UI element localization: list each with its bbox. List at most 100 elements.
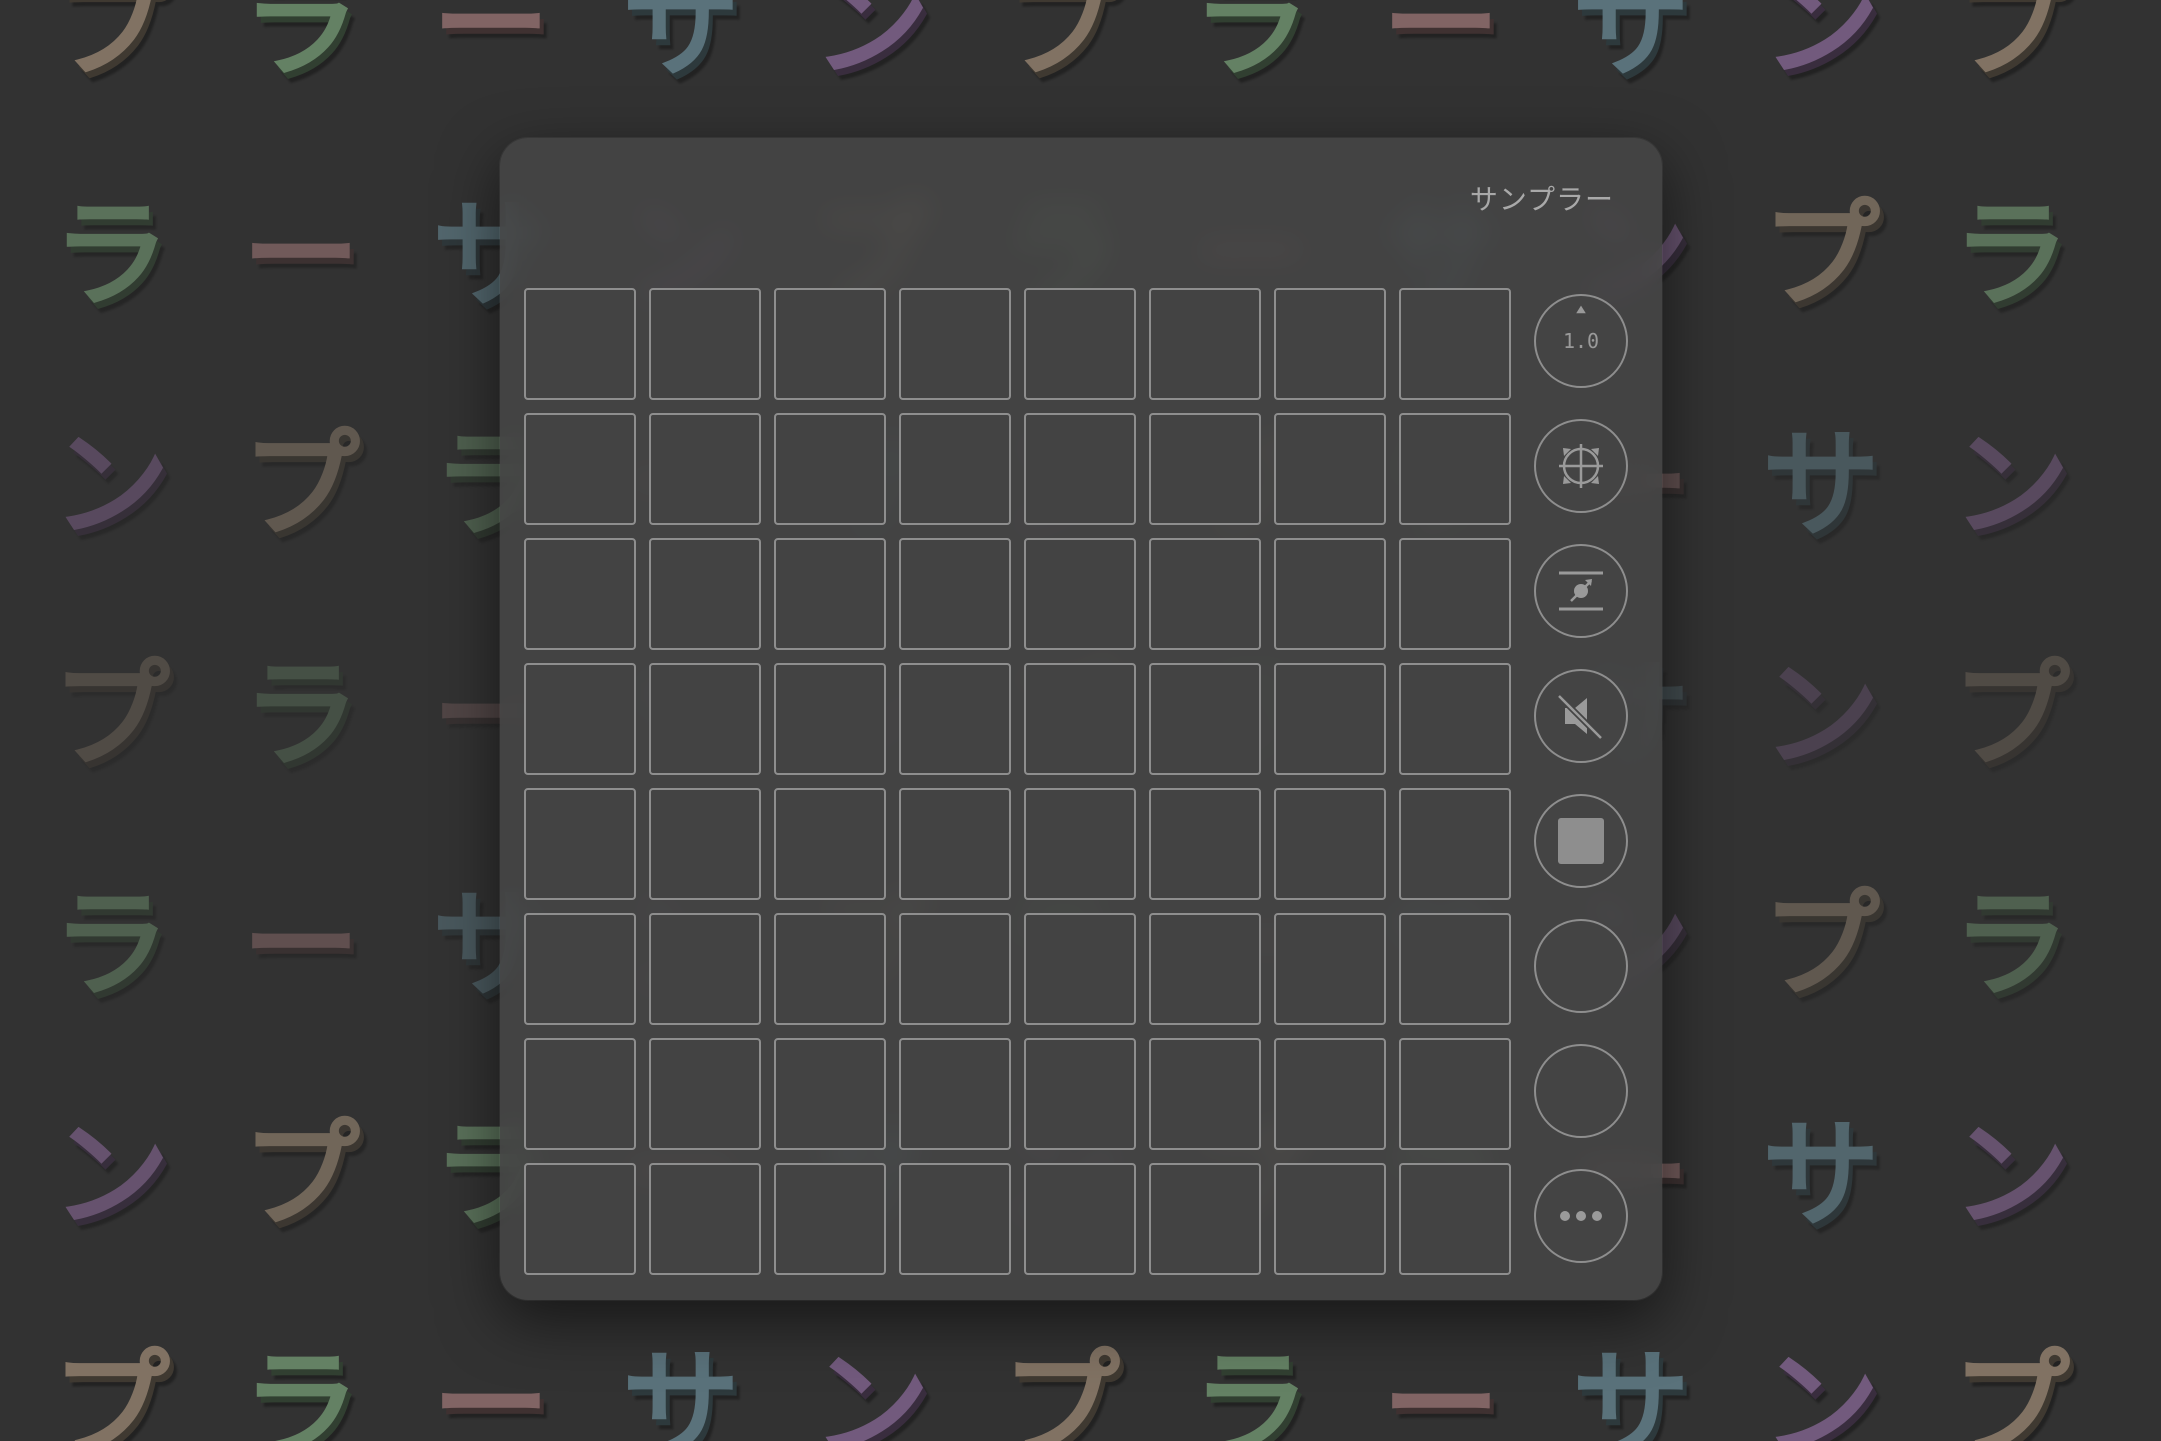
sampler-panel: サンプラー 1.0	[500, 138, 1662, 1300]
background-glyph: プ	[1761, 186, 1880, 324]
pad-r4-c4[interactable]	[899, 663, 1011, 775]
background-glyph: プ	[1001, 1336, 1120, 1441]
speed-button[interactable]: 1.0	[1534, 294, 1628, 388]
pad-r7-c1[interactable]	[524, 1038, 636, 1150]
background-glyph: プ	[1761, 876, 1880, 1014]
pad-r3-c4[interactable]	[899, 538, 1011, 650]
more-button[interactable]	[1534, 1169, 1628, 1263]
background-glyph: ン	[811, 1336, 930, 1441]
pad-r5-c3[interactable]	[774, 788, 886, 900]
pad-r8-c3[interactable]	[774, 1163, 886, 1275]
pad-r2-c8[interactable]	[1399, 413, 1511, 525]
pad-r6-c5[interactable]	[1024, 913, 1136, 1025]
sampler-stage: プラーサンプラーサンプラーサンプラーサンプランプラーサンプラーサンプラーサンプラ…	[0, 0, 2161, 1441]
background-glyph: ン	[1951, 1106, 2070, 1244]
pad-r5-c8[interactable]	[1399, 788, 1511, 900]
background-glyph: ラ	[241, 646, 360, 784]
pad-r6-c6[interactable]	[1149, 913, 1261, 1025]
background-glyph: ー	[431, 0, 550, 94]
pad-r1-c6[interactable]	[1149, 288, 1261, 400]
crosshair-button[interactable]	[1534, 419, 1628, 513]
pad-r7-c2[interactable]	[649, 1038, 761, 1150]
background-glyph: プ	[241, 416, 360, 554]
background-glyph: ラ	[1191, 1336, 1310, 1441]
pad-r4-c6[interactable]	[1149, 663, 1261, 775]
pad-r4-c5[interactable]	[1024, 663, 1136, 775]
pad-r4-c3[interactable]	[774, 663, 886, 775]
background-glyph: ー	[431, 1336, 550, 1441]
pad-r3-c1[interactable]	[524, 538, 636, 650]
pad-r5-c5[interactable]	[1024, 788, 1136, 900]
pad-r3-c7[interactable]	[1274, 538, 1386, 650]
background-glyph: プ	[51, 0, 170, 94]
pad-r7-c7[interactable]	[1274, 1038, 1386, 1150]
pad-r8-c4[interactable]	[899, 1163, 1011, 1275]
pad-r1-c2[interactable]	[649, 288, 761, 400]
pad-r6-c8[interactable]	[1399, 913, 1511, 1025]
pad-r3-c6[interactable]	[1149, 538, 1261, 650]
pad-r6-c1[interactable]	[524, 913, 636, 1025]
pad-r8-c6[interactable]	[1149, 1163, 1261, 1275]
pad-r1-c1[interactable]	[524, 288, 636, 400]
pad-r5-c6[interactable]	[1149, 788, 1261, 900]
pad-r6-c4[interactable]	[899, 913, 1011, 1025]
pad-r6-c7[interactable]	[1274, 913, 1386, 1025]
pad-r5-c7[interactable]	[1274, 788, 1386, 900]
empty-button-1[interactable]	[1534, 919, 1628, 1013]
pad-r2-c4[interactable]	[899, 413, 1011, 525]
background-glyph: サ	[1571, 0, 1690, 94]
pad-r7-c5[interactable]	[1024, 1038, 1136, 1150]
background-glyph: ン	[1761, 0, 1880, 94]
pad-r7-c3[interactable]	[774, 1038, 886, 1150]
pad-r2-c7[interactable]	[1274, 413, 1386, 525]
background-glyph: ン	[51, 1106, 170, 1244]
pad-r7-c6[interactable]	[1149, 1038, 1261, 1150]
pad-r3-c2[interactable]	[649, 538, 761, 650]
background-glyph: ラ	[51, 876, 170, 1014]
pad-r2-c5[interactable]	[1024, 413, 1136, 525]
background-glyph: ー	[241, 876, 360, 1014]
pad-r2-c2[interactable]	[649, 413, 761, 525]
pad-r4-c7[interactable]	[1274, 663, 1386, 775]
pad-r5-c1[interactable]	[524, 788, 636, 900]
pad-r3-c3[interactable]	[774, 538, 886, 650]
pad-r7-c4[interactable]	[899, 1038, 1011, 1150]
pad-r2-c6[interactable]	[1149, 413, 1261, 525]
pad-r2-c3[interactable]	[774, 413, 886, 525]
background-glyph: ラ	[1951, 876, 2070, 1014]
background-glyph: ラ	[1951, 186, 2070, 324]
pitch-button[interactable]	[1534, 544, 1628, 638]
background-glyph: ン	[1951, 416, 2070, 554]
pad-r4-c8[interactable]	[1399, 663, 1511, 775]
pad-r5-c2[interactable]	[649, 788, 761, 900]
background-glyph: サ	[1571, 1336, 1690, 1441]
background-glyph: プ	[1951, 0, 2070, 94]
background-glyph: ラ	[241, 1336, 360, 1441]
pad-r1-c5[interactable]	[1024, 288, 1136, 400]
pad-r3-c8[interactable]	[1399, 538, 1511, 650]
mute-button[interactable]	[1534, 669, 1628, 763]
pad-r4-c2[interactable]	[649, 663, 761, 775]
pad-r3-c5[interactable]	[1024, 538, 1136, 650]
pad-r1-c7[interactable]	[1274, 288, 1386, 400]
speaker-muted-icon	[1556, 693, 1604, 741]
stop-button[interactable]	[1534, 794, 1628, 888]
pad-r6-c3[interactable]	[774, 913, 886, 1025]
pad-r8-c7[interactable]	[1274, 1163, 1386, 1275]
pad-r4-c1[interactable]	[524, 663, 636, 775]
pad-r8-c5[interactable]	[1024, 1163, 1136, 1275]
pad-r8-c8[interactable]	[1399, 1163, 1511, 1275]
pad-r2-c1[interactable]	[524, 413, 636, 525]
background-glyph: ン	[51, 416, 170, 554]
pad-r1-c8[interactable]	[1399, 288, 1511, 400]
pad-r6-c2[interactable]	[649, 913, 761, 1025]
pad-r8-c1[interactable]	[524, 1163, 636, 1275]
pad-r1-c3[interactable]	[774, 288, 886, 400]
pad-r1-c4[interactable]	[899, 288, 1011, 400]
background-glyph: プ	[1951, 1336, 2070, 1441]
empty-button-2[interactable]	[1534, 1044, 1628, 1138]
pad-r8-c2[interactable]	[649, 1163, 761, 1275]
pad-r7-c8[interactable]	[1399, 1038, 1511, 1150]
background-glyph: ン	[1761, 1336, 1880, 1441]
pad-r5-c4[interactable]	[899, 788, 1011, 900]
